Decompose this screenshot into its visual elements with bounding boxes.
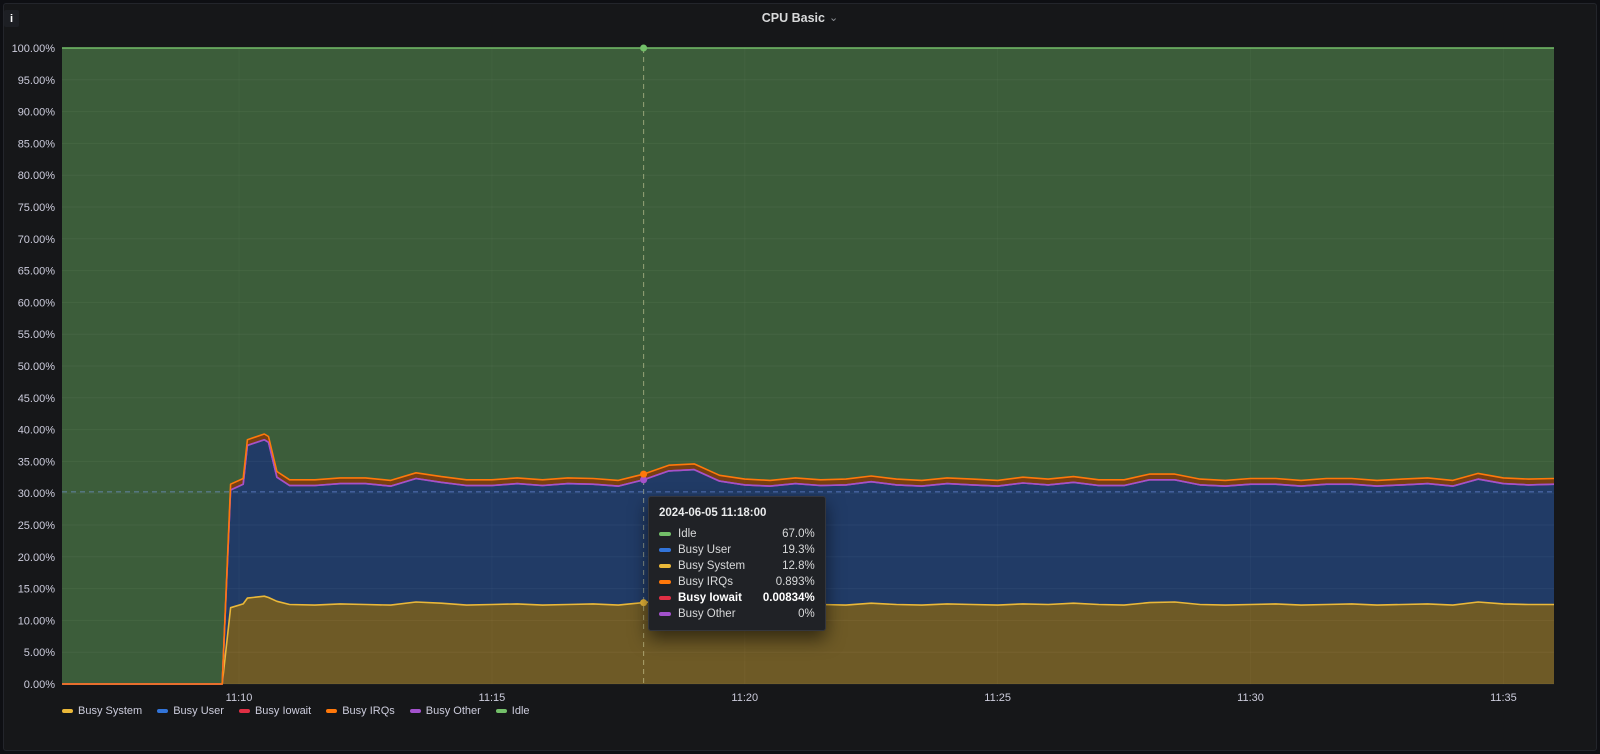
series-color-swatch <box>659 548 671 552</box>
legend-item-idle[interactable]: Idle <box>495 705 530 717</box>
tooltip-series-value: 0.00834% <box>762 592 815 604</box>
x-axis-label: 11:15 <box>479 692 506 704</box>
hover-point-busy-irqs <box>640 470 648 478</box>
chart-legend: Busy System Busy User Busy Iowait Busy IRQs… <box>62 705 530 717</box>
y-axis-label: 100.00% <box>12 43 56 55</box>
legend-color-icon <box>409 709 421 713</box>
y-axis-label: 65.00% <box>18 266 56 278</box>
y-axis-label: 15.00% <box>18 584 56 596</box>
hover-point-busy-system <box>640 599 648 607</box>
legend-color-icon <box>495 709 507 713</box>
series-color-swatch <box>659 564 671 568</box>
legend-item-busy-iowait[interactable]: Busy Iowait <box>238 705 312 717</box>
legend-label: Busy Iowait <box>254 705 312 717</box>
panel-header[interactable]: CPU Basic ⌄ <box>0 9 1600 29</box>
tooltip-series-label: Busy IRQs <box>678 576 733 588</box>
tooltip-series-label: Busy Iowait <box>678 592 742 604</box>
y-axis-label: 70.00% <box>18 234 56 246</box>
y-axis-label: 60.00% <box>18 297 56 309</box>
tooltip-series-label: Busy System <box>678 560 746 572</box>
legend-color-icon <box>62 709 73 713</box>
tooltip-row: Busy Iowait 0.00834% <box>659 590 815 606</box>
y-axis-label: 5.00% <box>24 647 55 659</box>
chart-tooltip: 2024-06-05 11:18:00 Idle 67.0% Busy User 19… <box>648 496 826 631</box>
legend-item-busy-user[interactable]: Busy User <box>157 705 224 717</box>
legend-item-busy-system[interactable]: Busy System <box>62 705 142 717</box>
y-axis-label: 75.00% <box>18 202 56 214</box>
x-axis-label: 11:10 <box>226 692 253 704</box>
tooltip-series-value: 0% <box>798 608 815 620</box>
legend-label: Busy IRQs <box>342 705 395 717</box>
y-axis-label: 30.00% <box>18 488 56 500</box>
hover-point-idle <box>640 44 648 52</box>
tooltip-series-value: 0.893% <box>775 576 815 588</box>
x-axis-label: 11:30 <box>1237 692 1264 704</box>
y-axis-label: 45.00% <box>18 393 56 405</box>
legend-label: Busy User <box>173 705 224 717</box>
legend-item-busy-irqs[interactable]: Busy IRQs <box>326 705 395 717</box>
y-axis-label: 40.00% <box>18 425 56 437</box>
legend-label: Idle <box>511 705 530 717</box>
legend-label: Busy System <box>78 705 143 717</box>
legend-color-icon <box>238 709 250 713</box>
series-color-swatch <box>659 532 671 536</box>
tooltip-row: Busy Other 0% <box>659 606 815 622</box>
y-axis-label: 80.00% <box>18 170 56 182</box>
tooltip-rows: Idle 67.0% Busy User 19.3% Busy System 12.8% B… <box>659 526 815 622</box>
y-axis-label: 35.00% <box>18 456 56 468</box>
tooltip-timestamp: 2024-06-05 11:18:00 <box>659 507 767 519</box>
y-axis-label: 90.00% <box>18 107 56 119</box>
legend-color-icon <box>157 709 169 713</box>
y-axis-label: 55.00% <box>18 329 56 341</box>
legend-item-busy-other[interactable]: Busy Other <box>409 705 481 717</box>
tooltip-row: Busy User 19.3% <box>659 542 815 558</box>
legend-color-icon <box>326 709 338 713</box>
panel-title: CPU Basic <box>761 11 825 25</box>
tooltip-row: Busy System 12.8% <box>659 558 815 574</box>
series-color-swatch <box>659 596 671 600</box>
y-axis-label: 10.00% <box>18 615 56 627</box>
tooltip-row: Busy IRQs 0.893% <box>659 574 815 590</box>
y-axis-label: 95.00% <box>18 75 56 87</box>
cpu-usage-chart[interactable]: 0.00% 5.00% 10.00% 15.00% 20.00% 25.00% 30.00%… <box>0 0 1600 754</box>
x-axis-label: 11:20 <box>731 692 758 704</box>
legend-label: Busy Other <box>425 705 481 717</box>
x-axis-label: 11:25 <box>984 692 1011 704</box>
y-axis-label: 0.00% <box>24 679 55 691</box>
tooltip-series-label: Busy User <box>678 544 732 556</box>
y-axis-label: 20.00% <box>18 552 56 564</box>
tooltip-series-label: Idle <box>678 528 697 540</box>
series-color-swatch <box>659 580 671 584</box>
series-color-swatch <box>659 612 671 616</box>
tooltip-series-label: Busy Other <box>678 608 736 620</box>
tooltip-series-value: 67.0% <box>782 528 815 540</box>
tooltip-row: Idle 67.0% <box>659 526 815 542</box>
chevron-down-icon: ⌄ <box>829 12 839 24</box>
y-axis-label: 50.00% <box>18 361 56 373</box>
x-axis-label: 11:35 <box>1490 692 1517 704</box>
tooltip-series-value: 19.3% <box>782 544 815 556</box>
tooltip-series-value: 12.8% <box>782 560 815 572</box>
y-axis-label: 25.00% <box>18 520 56 532</box>
y-axis-label: 85.00% <box>18 138 56 150</box>
